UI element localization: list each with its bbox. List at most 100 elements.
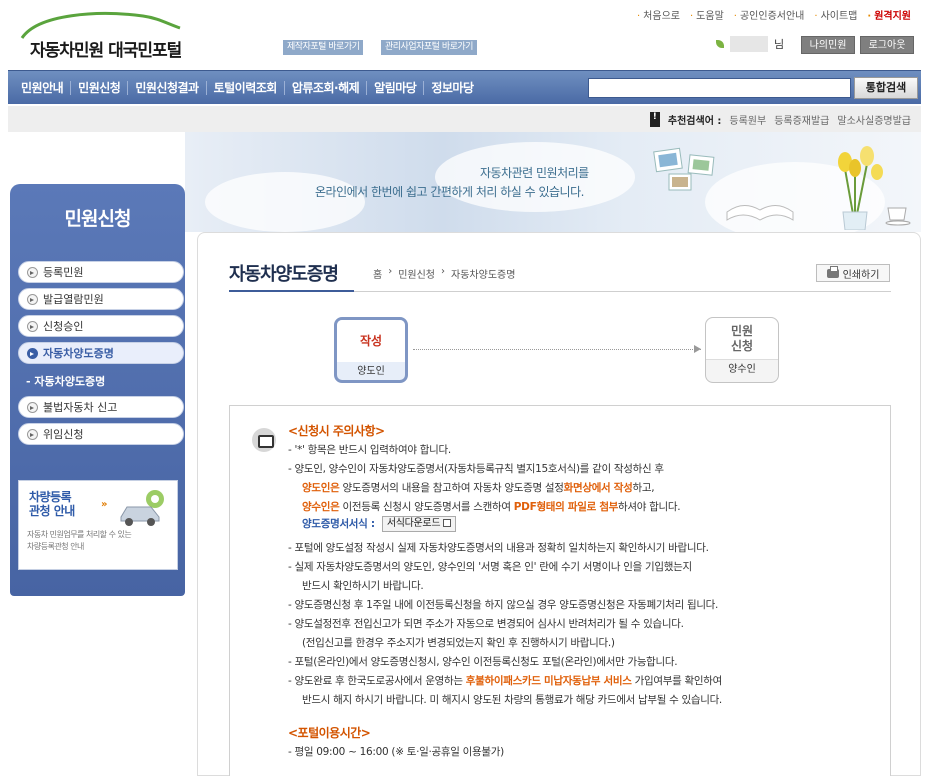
breadcrumb-apply[interactable]: 민원신청 [398, 266, 435, 281]
banner: 자동차관련 민원처리를 온라인에서 한번에 쉽고 간편하게 처리 하실 수 있습… [185, 132, 921, 232]
notice-line: - 양도인, 양수인이 자동차양도증명서(자동차등록규칙 별지15호서식)를 같… [288, 463, 664, 475]
arrow-right-icon [694, 345, 701, 353]
promo-title: 차량등록 관청 안내 [29, 490, 75, 518]
recommend-keyword[interactable]: 등록원부 [729, 112, 766, 127]
link-help[interactable]: · 도움말 [690, 7, 724, 22]
printer-icon [826, 265, 839, 278]
step-apply: 민원 신청 양수인 [705, 317, 779, 383]
car-gear-icon [120, 490, 164, 526]
user-suffix: 님 [774, 38, 785, 51]
registration-office-promo[interactable]: 차량등록 관청 안내 » 자동차 민원업무를 처리할 수 있는 차량등록관청 안… [18, 480, 178, 570]
breadcrumb-home[interactable]: 홈 [373, 266, 382, 281]
recommend-bar: ! 추천검색어 : 등록원부 등록증재발급 말소사실증명발급 [8, 106, 921, 132]
step-connector [413, 349, 701, 350]
step-write: 작성 양도인 [334, 317, 408, 383]
promo-description: 자동차 민원업무를 처리할 수 있는 차량등록관청 안내 [27, 530, 132, 551]
search-input[interactable] [588, 78, 851, 98]
side-item-approval[interactable]: 신청승인 [18, 315, 184, 337]
side-item-illegal-report[interactable]: 불법자동차 신고 [18, 396, 184, 418]
notice-line: - 포털(온라인)에서 양도증명신청시, 양수인 이전등록신청도 포털(온라인)… [288, 656, 678, 668]
side-item-delegation[interactable]: 위임신청 [18, 423, 184, 445]
notice-line: 반드시 해지 하시기 바랍니다. 미 해지시 양도된 차량의 통행료가 해당 카… [302, 694, 722, 706]
nav-notice[interactable]: 알림마당 [367, 81, 425, 95]
photo-frames-icon [653, 147, 715, 191]
bullet-icon: · [814, 11, 818, 22]
bullet-icon: · [733, 11, 737, 22]
arrow-bullet-icon [27, 428, 38, 440]
breadcrumb-separator-icon: › [388, 266, 393, 277]
link-sitemap[interactable]: · 사이트맵 [814, 7, 857, 22]
notice-line: 양수인은 이전등록 신청시 양도증명서를 스캔하여 PDF형태의 파일로 첨부하… [302, 501, 681, 513]
nav-apply[interactable]: 민원신청 [71, 81, 129, 95]
notice-heading: <신청시 주의사항> [288, 424, 385, 438]
breadcrumb: 홈 › 민원신청 › 자동차양도증명 [373, 266, 515, 281]
step-apply-label: 민원 신청 [706, 318, 778, 360]
arrow-bullet-icon [27, 266, 38, 278]
recommend-keyword[interactable]: 등록증재발급 [774, 112, 829, 127]
nav-seizure[interactable]: 압류조회·해제 [285, 81, 368, 95]
link-home[interactable]: · 처음으로 [637, 7, 680, 22]
breadcrumb-current: 자동차양도증명 [451, 270, 516, 281]
search-button[interactable]: 통합검색 [854, 77, 918, 99]
page-title: 자동차양도증명 [229, 264, 339, 285]
title-divider [229, 290, 891, 292]
user-name [730, 36, 768, 52]
bullet-icon: · [867, 11, 872, 22]
memo-icon [252, 428, 276, 452]
double-arrow-icon: » [101, 499, 108, 510]
form-label: 양도증명서서식 : [302, 518, 375, 530]
exclamation-icon: ! [649, 112, 660, 127]
notice-box: <신청시 주의사항> - '*' 항목은 반드시 입력하여야 합니다. - 양도… [229, 405, 891, 776]
flower-vase-icon [838, 146, 883, 230]
side-item-issue[interactable]: 발급열람민원 [18, 288, 184, 310]
production-portal-button[interactable]: 제작자포털 바로가기 [283, 40, 364, 55]
my-civil-button[interactable]: 나의민원 [801, 36, 855, 54]
nav-info[interactable]: 정보마당 [424, 81, 480, 95]
link-certificate[interactable]: · 공인인증서안내 [734, 7, 805, 22]
top-links: · 처음으로 · 도움말 · 공인인증서안내 · 사이트맵 · 원격지원 [637, 7, 911, 22]
banner-text-2: 온라인에서 한번에 쉽고 간편하게 처리 하실 수 있습니다. [315, 185, 584, 199]
form-download-row: 양도증명서서식 : 서식다운로드 [302, 516, 457, 532]
logout-button[interactable]: 로그아웃 [860, 36, 914, 54]
portal-hours-line: - 평일 09:00 ~ 16:00 (※ 토·일·공휴일 이용불가) [288, 746, 504, 758]
notice-line: - 양도증명신청 후 1주일 내에 이전등록신청을 하지 않으실 경우 양도증명… [288, 599, 719, 611]
teacup-icon [885, 207, 911, 226]
cloud-decoration [205, 172, 365, 232]
step-write-role: 양도인 [357, 366, 385, 377]
main-nav: 민원안내 민원신청 민원신청결과 토털이력조회 압류조회·해제 알림마당 정보마… [8, 70, 921, 104]
recommend-keyword[interactable]: 말소사실증명발급 [837, 112, 911, 127]
nav-result[interactable]: 민원신청결과 [128, 81, 207, 95]
banner-text-1: 자동차관련 민원처리를 [480, 166, 589, 180]
side-menu: 민원신청 등록민원 발급열람민원 신청승인 자동차양도증명 - 자동차양도증명 … [10, 184, 185, 596]
notice-line: - 실제 자동차양도증명서의 양도인, 양수인의 '서명 혹은 인' 란에 수기… [288, 561, 692, 573]
management-portal-button[interactable]: 관리사업자포털 바로가기 [381, 40, 477, 55]
nav-history[interactable]: 토털이력조회 [207, 81, 285, 95]
breadcrumb-separator-icon: › [441, 266, 446, 277]
logo-text: 자동차민원 대국민포털 [30, 41, 182, 61]
arrow-bullet-icon [27, 293, 38, 305]
notice-line: - 포털에 양도설정 작성시 실제 자동차양도증명서의 내용과 정확히 일치하는… [288, 542, 709, 554]
arrow-bullet-icon [27, 401, 38, 413]
bullet-icon: · [636, 11, 641, 22]
side-item-transfer-proof[interactable]: 자동차양도증명 [18, 342, 184, 364]
download-form-button[interactable]: 서식다운로드 [381, 516, 457, 532]
site-logo[interactable]: 자동차민원 대국민포털 [18, 10, 198, 61]
side-item-registration[interactable]: 등록민원 [18, 261, 184, 283]
step-write-label: 작성 [337, 320, 405, 362]
notice-line: - 양도설정전후 전입신고가 되면 주소가 자동으로 변경되어 심사시 반려처리… [288, 618, 684, 630]
notice-line: - 양도완료 후 한국도로공사에서 운영하는 후불하이패스카드 미납자동납부 서… [288, 675, 722, 687]
side-subitem-transfer-proof[interactable]: - 자동차양도증명 [26, 373, 105, 389]
print-button[interactable]: 인쇄하기 [816, 264, 890, 282]
user-info: 님 [716, 36, 784, 52]
bullet-icon: · [689, 11, 694, 22]
save-icon [443, 519, 452, 527]
side-menu-title: 민원신청 [64, 208, 132, 230]
arrow-bullet-icon [27, 320, 38, 332]
notice-line: (전입신고를 한경우 주소지가 변경되었는지 확인 후 진행하시기 바랍니다.) [302, 637, 615, 649]
step-apply-role: 양수인 [728, 364, 756, 375]
link-remote-support[interactable]: · 원격지원 [867, 7, 911, 22]
nav-guide[interactable]: 민원안내 [14, 81, 72, 95]
open-book-icon [726, 205, 794, 221]
leaf-icon [716, 40, 724, 48]
main-content: 자동차양도증명 홈 › 민원신청 › 자동차양도증명 인쇄하기 작성 양도인 민… [197, 232, 921, 776]
